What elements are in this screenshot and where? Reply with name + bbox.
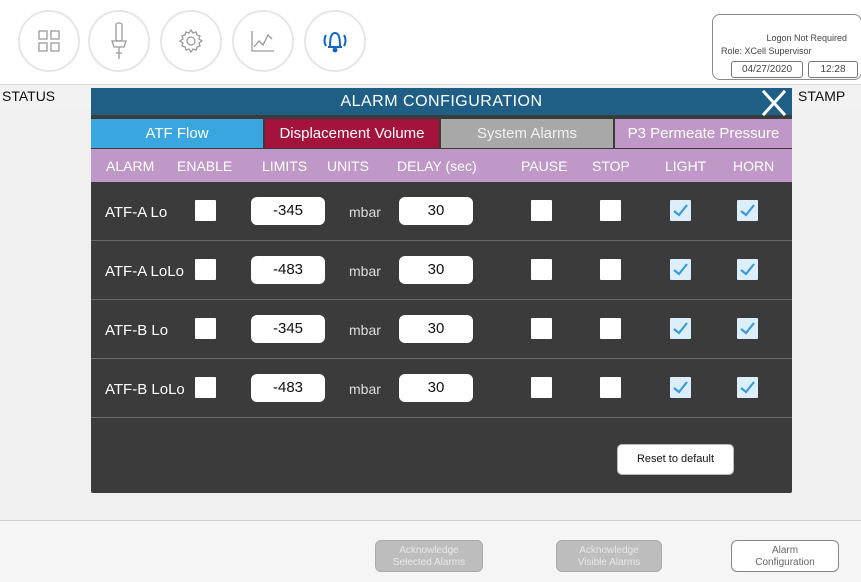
grid-icon <box>38 30 60 52</box>
delay-input[interactable]: 30 <box>399 197 473 225</box>
nav-overview-button[interactable] <box>18 10 80 72</box>
light-checkbox[interactable] <box>670 200 691 221</box>
checkmark-icon <box>740 204 755 217</box>
unit-label: mbar <box>349 322 381 338</box>
dialog-title: ALARM CONFIGURATION <box>340 93 543 110</box>
checkmark-icon <box>673 322 688 335</box>
alarm-name: ATF-A LoLo <box>105 263 184 280</box>
alarm-bell-icon <box>319 28 351 54</box>
alarm-configuration-button[interactable]: Alarm Configuration <box>731 540 839 572</box>
dialog-titlebar: ALARM CONFIGURATION <box>91 88 792 118</box>
column-header-limits: LIMITS <box>262 158 308 174</box>
delay-input[interactable]: 30 <box>399 374 473 402</box>
unit-label: mbar <box>349 381 381 397</box>
enable-checkbox[interactable] <box>195 377 216 398</box>
checkmark-icon <box>673 263 688 276</box>
alarm-configuration-dialog: ALARM CONFIGURATION ATF Flow Displacement… <box>91 88 792 493</box>
acknowledge-visible-alarms-button[interactable]: Acknowledge Visible Alarms <box>556 540 662 572</box>
stop-checkbox[interactable] <box>600 259 621 280</box>
enable-checkbox[interactable] <box>195 259 216 280</box>
unit-label: mbar <box>349 204 381 220</box>
limit-input[interactable]: -483 <box>251 374 325 402</box>
column-header-units: UNITS <box>327 158 369 174</box>
stop-checkbox[interactable] <box>600 377 621 398</box>
limit-input[interactable]: -483 <box>251 256 325 284</box>
horn-checkbox[interactable] <box>737 200 758 221</box>
checkmark-icon <box>740 322 755 335</box>
alarm-name: ATF-A Lo <box>105 204 168 221</box>
alarm-row: ATF-A LoLo -483 mbar 30 <box>91 241 792 300</box>
user-role: Role: XCell Supervisor <box>721 46 812 56</box>
time-display: 12:28 <box>808 61 858 78</box>
enable-checkbox[interactable] <box>195 318 216 339</box>
logon-panel: Logon Not Required Role: XCell Superviso… <box>712 14 861 80</box>
column-header-stop: STOP <box>592 158 630 174</box>
stop-checkbox[interactable] <box>600 200 621 221</box>
acknowledge-selected-alarms-button[interactable]: Acknowledge Selected Alarms <box>375 540 483 572</box>
alarm-name: ATF-B LoLo <box>105 381 185 398</box>
status-column-header: STATUS <box>2 88 56 104</box>
stamp-column-header: STAMP <box>798 88 846 104</box>
close-button[interactable] <box>759 88 789 118</box>
enable-checkbox[interactable] <box>195 200 216 221</box>
delay-input[interactable]: 30 <box>399 315 473 343</box>
tab-atf-flow[interactable]: ATF Flow <box>91 119 263 148</box>
alarm-row: ATF-B Lo -345 mbar 30 <box>91 300 792 359</box>
tab-displacement-volume[interactable]: Displacement Volume <box>265 119 439 148</box>
checkmark-icon <box>740 263 755 276</box>
column-header-alarm: ALARM <box>106 158 155 174</box>
chart-icon <box>250 29 276 53</box>
horn-checkbox[interactable] <box>737 318 758 339</box>
limit-input[interactable]: -345 <box>251 197 325 225</box>
pause-checkbox[interactable] <box>531 318 552 339</box>
probe-icon <box>107 21 131 61</box>
stop-checkbox[interactable] <box>600 318 621 339</box>
light-checkbox[interactable] <box>670 318 691 339</box>
pause-checkbox[interactable] <box>531 200 552 221</box>
checkmark-icon <box>673 381 688 394</box>
alarm-row: ATF-B LoLo -483 mbar 30 <box>91 359 792 418</box>
column-header-delay: DELAY (sec) <box>397 158 477 174</box>
column-header-pause: PAUSE <box>521 158 568 174</box>
column-header-row: ALARM ENABLE LIMITS UNITS DELAY (sec) PA… <box>91 149 792 182</box>
checkmark-icon <box>740 381 755 394</box>
light-checkbox[interactable] <box>670 259 691 280</box>
light-checkbox[interactable] <box>670 377 691 398</box>
column-header-enable: ENABLE <box>177 158 233 174</box>
alarm-row: ATF-A Lo -345 mbar 30 <box>91 182 792 241</box>
nav-trends-button[interactable] <box>232 10 294 72</box>
limit-input[interactable]: -345 <box>251 315 325 343</box>
tab-system-alarms[interactable]: System Alarms <box>441 119 613 148</box>
nav-alarms-button[interactable] <box>304 10 366 72</box>
nav-probe-button[interactable] <box>88 10 150 72</box>
date-display: 04/27/2020 <box>731 61 803 78</box>
unit-label: mbar <box>349 263 381 279</box>
pause-checkbox[interactable] <box>531 377 552 398</box>
reset-to-default-button[interactable]: Reset to default <box>617 444 734 475</box>
logon-status: Logon Not Required <box>766 33 847 43</box>
column-header-light: LIGHT <box>665 158 707 174</box>
nav-settings-button[interactable] <box>160 10 222 72</box>
pause-checkbox[interactable] <box>531 259 552 280</box>
horn-checkbox[interactable] <box>737 377 758 398</box>
column-header-horn: HORN <box>733 158 775 174</box>
tab-p3-permeate-pressure[interactable]: P3 Permeate Pressure <box>615 119 792 148</box>
horn-checkbox[interactable] <box>737 259 758 280</box>
top-navigation-bar: Logon Not Required Role: XCell Superviso… <box>0 0 861 85</box>
checkmark-icon <box>673 204 688 217</box>
gear-icon <box>178 28 204 54</box>
alarm-name: ATF-B Lo <box>105 322 169 339</box>
delay-input[interactable]: 30 <box>399 256 473 284</box>
